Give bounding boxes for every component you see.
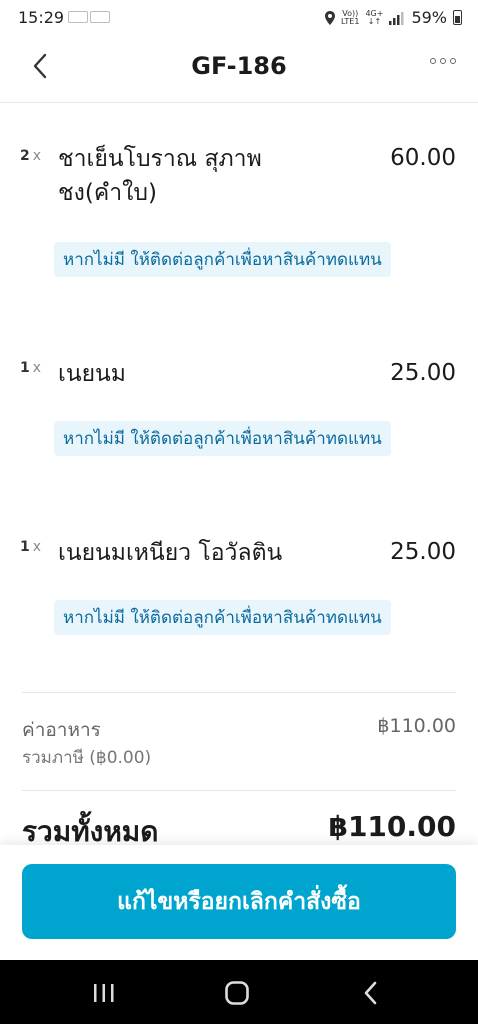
home-button[interactable]: [222, 978, 252, 1008]
item-price: 60.00: [390, 145, 456, 171]
battery-icon: [453, 10, 462, 25]
status-time: 15:29: [18, 8, 65, 27]
status-right-group: Vo)) LTE1 4G+ ↓↑ 59%: [325, 8, 462, 27]
app-header: GF-186: [0, 34, 478, 103]
home-icon: [225, 981, 249, 1005]
recent-apps-icon: [94, 984, 114, 1002]
item-price: 25.00: [390, 360, 456, 386]
food-cost-label: ค่าอาหาร: [22, 719, 101, 741]
item-substitution-note: หากไม่มี ให้ติดต่อลูกค้าเพื่อหาสินค้าทดแ…: [54, 600, 391, 635]
location-icon: [325, 10, 336, 25]
food-cost-value: ฿110.00: [377, 715, 456, 737]
divider: [22, 790, 456, 791]
item-substitution-note: หากไม่มี ให้ติดต่อลูกค้าเพื่อหาสินค้าทดแ…: [54, 242, 391, 277]
item-price: 25.00: [390, 539, 456, 565]
order-detail-screen: 15:29 Vo)) LTE1 4G+ ↓↑ 59% GF-186 2 x ชา…: [0, 0, 478, 1024]
system-back-button[interactable]: [356, 978, 386, 1008]
bottom-action-bar: แก้ไขหรือยกเลิกคำสั่งซื้อ: [0, 845, 478, 960]
divider: [22, 692, 456, 693]
notification-icon: [90, 11, 110, 23]
back-icon: [364, 981, 377, 1005]
item-quantity: 2x: [20, 148, 42, 164]
page-title: GF-186: [191, 52, 287, 80]
item-name: เนยนมเหนียว โอวัลติน: [58, 540, 283, 566]
item-substitution-note: หากไม่มี ให้ติดต่อลูกค้าเพื่อหาสินค้าทดแ…: [54, 421, 391, 456]
more-dots-icon: [430, 58, 436, 64]
tax-included-label: รวมภาษี (฿0.00): [22, 748, 152, 768]
more-options-button[interactable]: [430, 58, 456, 64]
item-quantity: 1x: [20, 360, 42, 376]
notification-icon: [68, 11, 88, 23]
item-name: เนยนม: [58, 361, 126, 387]
system-nav-bar: [0, 960, 478, 1024]
network-type-label: 4G+ ↓↑: [365, 8, 384, 26]
item-quantity: 1x: [20, 539, 42, 555]
signal-icon: [389, 11, 404, 25]
network-label: Vo)) LTE1: [341, 8, 360, 26]
battery-percent: 59%: [411, 8, 447, 27]
recent-apps-button[interactable]: [89, 978, 119, 1008]
edit-or-cancel-order-button[interactable]: แก้ไขหรือยกเลิกคำสั่งซื้อ: [22, 864, 456, 939]
item-name: ชาเย็นโบราณ สุภาพชง(คำใบ): [58, 146, 262, 206]
total-value: ฿110.00: [328, 810, 456, 843]
status-bar: 15:29 Vo)) LTE1 4G+ ↓↑ 59%: [0, 0, 478, 34]
